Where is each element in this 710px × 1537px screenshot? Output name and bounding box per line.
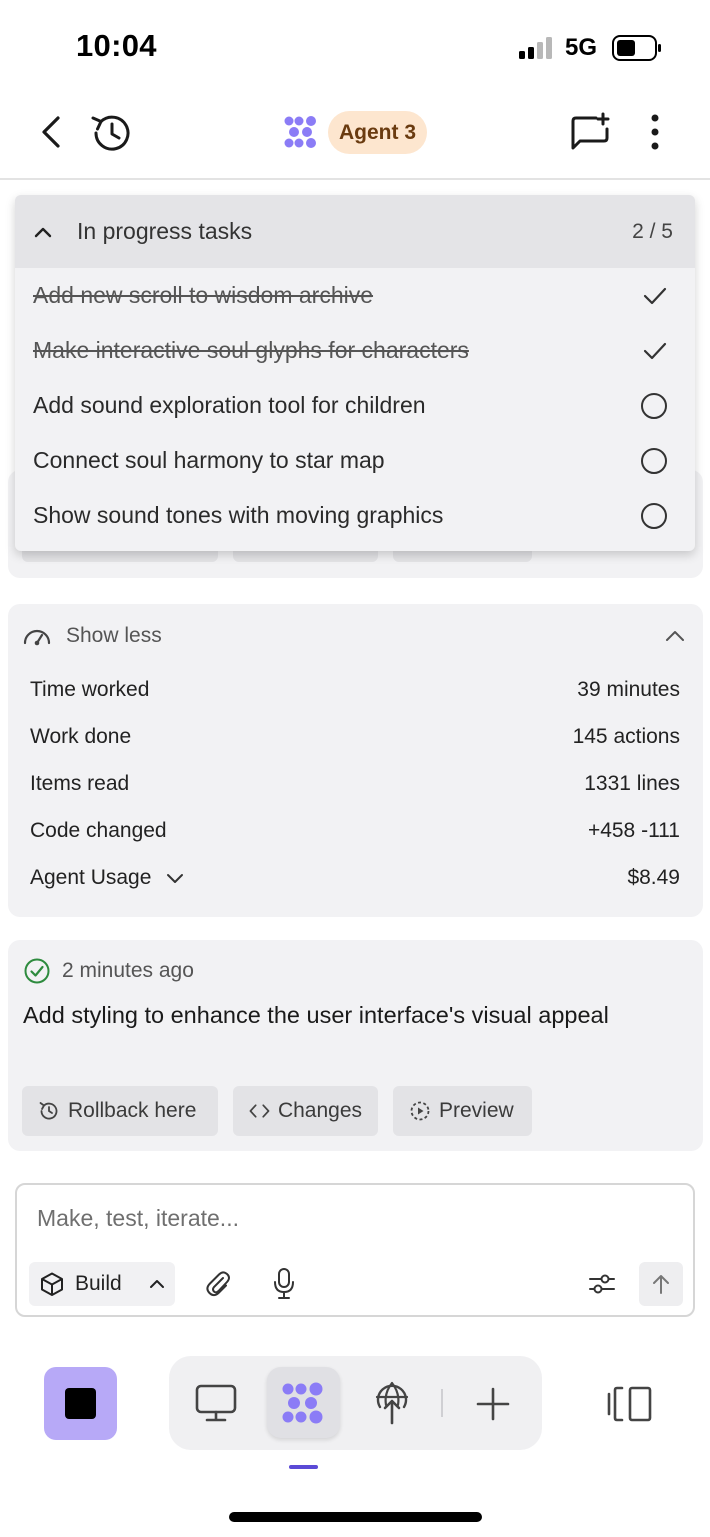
stop-icon [65, 1388, 96, 1419]
stat-value: 145 actions [572, 724, 680, 748]
stats-list: Time worked 39 minutes Work done 145 act… [30, 666, 680, 901]
network-type: 5G [565, 34, 598, 61]
circle-icon [641, 392, 667, 419]
bottom-nav [169, 1356, 542, 1450]
mode-label: Build [75, 1272, 122, 1295]
checkpoint-message: Add styling to enhance the user interfac… [23, 1002, 609, 1028]
work-stats-card: Show less Time worked 39 minutes Work do… [8, 604, 703, 917]
tasks-count: 2 / 5 [632, 219, 673, 243]
stat-label: Items read [30, 771, 130, 795]
stat-value: $8.49 [627, 865, 680, 889]
stop-button[interactable] [44, 1367, 117, 1440]
composer: Make, test, iterate... Build [15, 1183, 695, 1317]
stat-row: Work done 145 actions [30, 713, 680, 760]
agent-logo-icon [284, 116, 316, 148]
check-icon [643, 342, 667, 359]
stat-value: 1331 lines [584, 771, 680, 795]
signal-icon [519, 37, 552, 59]
task-item[interactable]: Add new scroll to wisdom archive [15, 268, 695, 323]
rollback-label: Rollback here [68, 1099, 197, 1122]
checkpoint-time: 2 minutes ago [62, 959, 194, 982]
stat-row: Items read 1331 lines [30, 760, 680, 807]
task-label: Add new scroll to wisdom archive [33, 282, 374, 308]
prompt-input[interactable]: Make, test, iterate... [37, 1205, 239, 1232]
tasks-panel: In progress tasks 2 / 5 Add new scroll t… [15, 195, 695, 551]
task-item[interactable]: Make interactive soul glyphs for charact… [15, 323, 695, 378]
task-label: Make interactive soul glyphs for charact… [33, 337, 469, 363]
chevron-up-icon [150, 1280, 164, 1288]
code-icon [249, 1104, 270, 1118]
show-less-toggle[interactable]: Show less [22, 620, 692, 652]
agent-usage-row[interactable]: Agent Usage $8.49 [30, 854, 680, 901]
checkpoint-card: 2 minutes ago Add styling to enhance the… [8, 940, 703, 1151]
nav-divider [441, 1389, 443, 1417]
cube-icon [41, 1272, 63, 1296]
changes-button[interactable]: Changes [233, 1086, 378, 1136]
stat-row: Code changed +458 -111 [30, 807, 680, 854]
task-list: Add new scroll to wisdom archive Make in… [15, 268, 695, 543]
more-vertical-icon[interactable] [648, 114, 662, 150]
circle-icon [641, 502, 667, 529]
plus-icon[interactable] [476, 1387, 510, 1421]
paperclip-icon[interactable] [203, 1269, 233, 1299]
back-icon[interactable] [38, 114, 64, 150]
stat-value: +458 -111 [587, 818, 680, 842]
microphone-icon[interactable] [272, 1267, 296, 1301]
agent-logo-icon [282, 1382, 323, 1424]
home-indicator [229, 1512, 482, 1522]
stat-row: Time worked 39 minutes [30, 666, 680, 713]
status-time: 10:04 [76, 28, 157, 63]
mode-selector[interactable]: Build [29, 1262, 175, 1306]
stat-value: 39 minutes [577, 677, 680, 701]
history-icon[interactable] [90, 113, 132, 153]
task-label: Add sound exploration tool for children [33, 392, 426, 418]
stat-label: Time worked [30, 677, 150, 701]
chevron-up-icon[interactable] [33, 225, 53, 239]
tasks-title: In progress tasks [77, 218, 253, 244]
chevron-up-icon[interactable] [664, 629, 686, 643]
circle-icon [641, 447, 667, 474]
show-less-label: Show less [66, 624, 162, 647]
preview-label: Preview [439, 1099, 514, 1122]
deploy-icon[interactable] [372, 1381, 412, 1425]
stat-label: Work done [30, 724, 132, 748]
chevron-down-icon[interactable] [165, 872, 185, 884]
preview-icon [410, 1101, 430, 1121]
preview-button[interactable]: Preview [393, 1086, 532, 1136]
panel-layout-icon[interactable] [607, 1385, 653, 1423]
task-label: Connect soul harmony to star map [33, 447, 385, 473]
battery-icon [612, 35, 661, 61]
header-divider [0, 178, 710, 180]
tasks-header[interactable]: In progress tasks 2 / 5 [15, 195, 695, 268]
arrow-up-icon [653, 1275, 669, 1294]
stat-label: Code changed [30, 818, 167, 842]
task-label: Show sound tones with moving graphics [33, 502, 444, 528]
new-chat-icon[interactable] [570, 112, 612, 152]
active-tab-indicator [289, 1465, 318, 1469]
stat-label: Agent Usage [30, 865, 152, 889]
history-icon [39, 1102, 58, 1120]
changes-label: Changes [277, 1099, 362, 1122]
gauge-icon [23, 629, 51, 646]
task-item[interactable]: Show sound tones with moving graphics [15, 488, 695, 543]
task-item[interactable]: Add sound exploration tool for children [15, 378, 695, 433]
agent-badge[interactable]: Agent 3 [328, 111, 428, 154]
check-circle-icon [24, 958, 50, 984]
nav-agent-tab[interactable] [267, 1367, 340, 1438]
settings-sliders-icon[interactable] [588, 1271, 616, 1297]
task-item[interactable]: Connect soul harmony to star map [15, 433, 695, 488]
desktop-icon[interactable] [195, 1383, 237, 1423]
send-button[interactable] [639, 1262, 683, 1306]
rollback-button[interactable]: Rollback here [22, 1086, 218, 1136]
check-icon [643, 287, 667, 304]
